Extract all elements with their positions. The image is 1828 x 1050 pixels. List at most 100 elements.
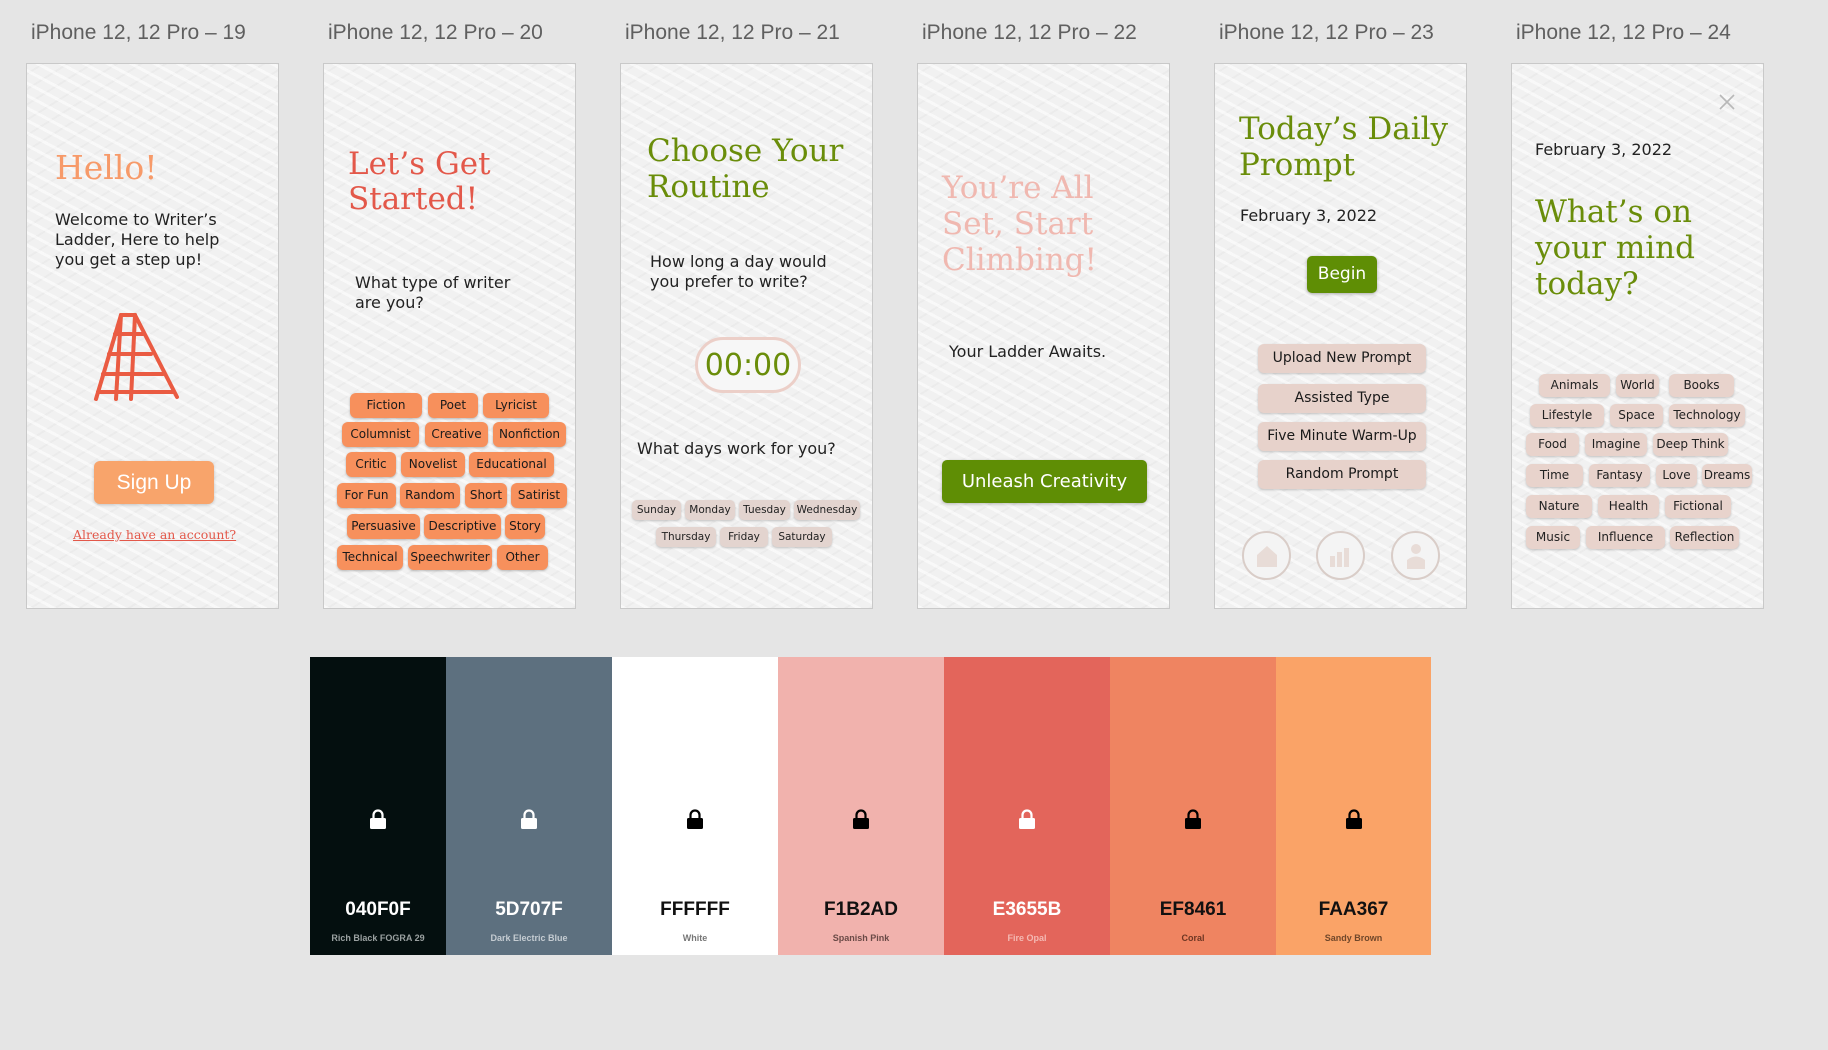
all-set-title: You’re All Set, Start Climbing!: [942, 170, 1097, 278]
topic-fictional[interactable]: Fictional: [1665, 495, 1731, 518]
topic-lifestyle[interactable]: Lifestyle: [1530, 404, 1604, 427]
lock-icon[interactable]: [1345, 809, 1363, 829]
topic-world[interactable]: World: [1616, 374, 1659, 397]
chip-for-fun[interactable]: For Fun: [337, 483, 396, 508]
swatch-hex: FFFFFF: [660, 899, 730, 920]
swatch-name: White: [682, 933, 708, 943]
swatch-name: Coral: [1181, 933, 1205, 943]
day-sunday[interactable]: Sunday: [632, 500, 681, 520]
palette-swatch-fire-opal[interactable]: E3655B Fire Opal: [944, 657, 1110, 955]
chip-short[interactable]: Short: [465, 483, 507, 508]
chip-creative[interactable]: Creative: [425, 422, 488, 447]
assisted-type-button[interactable]: Assisted Type: [1258, 384, 1426, 413]
topic-reflection[interactable]: Reflection: [1670, 526, 1739, 549]
writer-type-question: What type of writer are you?: [355, 273, 511, 312]
swatch-name: Spanish Pink: [832, 933, 890, 943]
lock-icon[interactable]: [1018, 809, 1036, 829]
day-friday[interactable]: Friday: [720, 527, 768, 547]
stats-nav-button[interactable]: [1316, 531, 1365, 580]
topic-deep-think[interactable]: Deep Think: [1653, 433, 1728, 456]
frame-label: iPhone 12, 12 Pro – 22: [922, 21, 1137, 44]
screen-all-set: You’re All Set, Start Climbing! Your Lad…: [917, 63, 1170, 609]
screen-daily-prompt: Today’s Daily Prompt February 3, 2022 Be…: [1214, 63, 1467, 609]
day-tuesday[interactable]: Tuesday: [739, 500, 790, 520]
chip-nonfiction[interactable]: Nonfiction: [493, 422, 566, 447]
swatch-hex: EF8461: [1159, 899, 1227, 920]
frame-label: iPhone 12, 12 Pro – 23: [1219, 21, 1434, 44]
frame-label: iPhone 12, 12 Pro – 21: [625, 21, 840, 44]
frame-label: iPhone 12, 12 Pro – 20: [328, 21, 543, 44]
topic-space[interactable]: Space: [1610, 404, 1663, 427]
chip-story[interactable]: Story: [505, 514, 545, 539]
profile-nav-button[interactable]: [1391, 531, 1440, 580]
topic-books[interactable]: Books: [1669, 374, 1734, 397]
day-thursday[interactable]: Thursday: [656, 527, 716, 547]
topic-health[interactable]: Health: [1598, 495, 1659, 518]
palette-swatch-dark-electric-blue[interactable]: 5D707F Dark Electric Blue: [446, 657, 612, 955]
daily-prompt-title: Today’s Daily Prompt: [1239, 111, 1449, 183]
chip-poet[interactable]: Poet: [428, 393, 478, 418]
screen-routine: Choose Your Routine How long a day would…: [620, 63, 873, 609]
day-wednesday[interactable]: Wednesday: [794, 500, 860, 520]
palette-swatch-sandy-brown[interactable]: FAA367 Sandy Brown: [1276, 657, 1431, 955]
palette-swatch-coral[interactable]: EF8461 Coral: [1110, 657, 1276, 955]
welcome-text: Welcome to Writer’s Ladder, Here to help…: [55, 210, 220, 269]
palette-swatch-spanish-pink[interactable]: F1B2AD Spanish Pink: [778, 657, 944, 955]
chip-novelist[interactable]: Novelist: [401, 452, 465, 477]
swatch-name: Sandy Brown: [1324, 933, 1383, 943]
topics-title: What’s on your mind today?: [1535, 194, 1695, 302]
chip-fiction[interactable]: Fiction: [350, 393, 422, 418]
topic-food[interactable]: Food: [1526, 433, 1579, 456]
routine-question: How long a day would you prefer to write…: [650, 252, 827, 291]
chip-persuasive[interactable]: Persuasive: [347, 514, 420, 539]
signup-button[interactable]: Sign Up: [94, 461, 214, 504]
frame-label: iPhone 12, 12 Pro – 19: [31, 21, 246, 44]
topic-influence[interactable]: Influence: [1586, 526, 1665, 549]
chip-columnist[interactable]: Columnist: [342, 422, 419, 447]
chip-lyricist[interactable]: Lyricist: [483, 393, 549, 418]
timer-display[interactable]: 00:00: [695, 337, 801, 393]
chip-speechwriter[interactable]: Speechwriter: [408, 545, 492, 570]
upload-new-prompt-button[interactable]: Upload New Prompt: [1258, 344, 1426, 373]
unleash-creativity-button[interactable]: Unleash Creativity: [942, 460, 1147, 503]
swatch-name: Fire Opal: [1007, 933, 1047, 943]
close-icon[interactable]: [1719, 94, 1735, 110]
swatch-name: Rich Black FOGRA 29: [331, 933, 425, 943]
topic-time[interactable]: Time: [1526, 464, 1583, 487]
screen-writer-type: Let’s Get Started! What type of writer a…: [323, 63, 576, 609]
chip-random[interactable]: Random: [400, 483, 460, 508]
random-prompt-button[interactable]: Random Prompt: [1258, 460, 1426, 489]
day-saturday[interactable]: Saturday: [772, 527, 832, 547]
five-minute-warmup-button[interactable]: Five Minute Warm-Up: [1258, 422, 1426, 451]
topic-dreams[interactable]: Dreams: [1702, 464, 1752, 487]
home-nav-button[interactable]: [1242, 531, 1291, 580]
palette-swatch-rich-black[interactable]: 040F0F Rich Black FOGRA 29: [310, 657, 446, 955]
frame-label: iPhone 12, 12 Pro – 24: [1516, 21, 1731, 44]
chip-educational[interactable]: Educational: [469, 452, 554, 477]
topic-technology[interactable]: Technology: [1669, 404, 1745, 427]
lock-icon[interactable]: [369, 809, 387, 829]
day-monday[interactable]: Monday: [685, 500, 735, 520]
swatch-hex: 040F0F: [345, 899, 411, 920]
chip-critic[interactable]: Critic: [346, 452, 396, 477]
routine-title: Choose Your Routine: [647, 133, 844, 205]
lock-icon[interactable]: [520, 809, 538, 829]
profile-icon: [1406, 543, 1425, 569]
topic-imagine[interactable]: Imagine: [1585, 433, 1647, 456]
topic-music[interactable]: Music: [1526, 526, 1580, 549]
topic-animals[interactable]: Animals: [1539, 374, 1610, 397]
topic-fantasy[interactable]: Fantasy: [1589, 464, 1650, 487]
chip-other[interactable]: Other: [497, 545, 548, 570]
lock-icon[interactable]: [852, 809, 870, 829]
lock-icon[interactable]: [1184, 809, 1202, 829]
topic-love[interactable]: Love: [1656, 464, 1697, 487]
topic-nature[interactable]: Nature: [1526, 495, 1592, 518]
chip-descriptive[interactable]: Descriptive: [424, 514, 501, 539]
begin-button[interactable]: Begin: [1307, 256, 1377, 293]
chip-satirist[interactable]: Satirist: [511, 483, 567, 508]
lock-icon[interactable]: [686, 809, 704, 829]
chip-technical[interactable]: Technical: [337, 545, 403, 570]
swatch-hex: FAA367: [1318, 899, 1389, 920]
login-link[interactable]: Already have an account?: [73, 527, 236, 542]
palette-swatch-white[interactable]: FFFFFF White: [612, 657, 778, 955]
